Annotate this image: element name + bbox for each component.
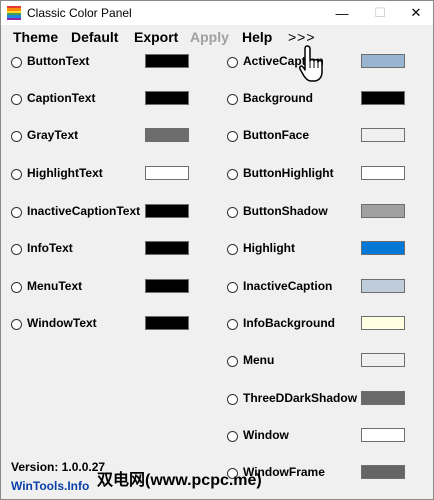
watermark-text: 双电网(www.pcpc.me) [97,472,262,489]
color-radio[interactable] [227,131,238,142]
color-label: Highlight [243,241,295,255]
window-title: Classic Color Panel [27,6,132,20]
color-row-graytext[interactable]: GrayText [11,128,201,148]
color-radio[interactable] [11,131,22,142]
color-swatch[interactable] [145,279,189,293]
color-radio[interactable] [227,356,238,367]
color-label: InactiveCaptionText [27,204,141,218]
menu-more[interactable]: >>> [288,29,316,45]
color-row-inactivecaptiontext[interactable]: InactiveCaptionText [11,204,201,224]
color-swatch[interactable] [361,465,405,479]
color-label: Background [243,91,314,105]
color-row-window[interactable]: Window [227,428,417,448]
color-swatch[interactable] [361,54,405,68]
color-radio[interactable] [11,244,22,255]
menu-default[interactable]: Default [71,29,118,45]
color-radio[interactable] [11,282,22,293]
color-radio[interactable] [11,94,22,105]
color-label: ButtonHighlight [243,166,334,180]
color-radio[interactable] [11,57,22,68]
color-radio[interactable] [227,431,238,442]
color-label: WindowText [27,316,97,330]
color-radio[interactable] [227,244,238,255]
color-row-menutext[interactable]: MenuText [11,279,201,299]
close-button[interactable]: ✕ [397,1,433,25]
color-radio[interactable] [11,207,22,218]
color-swatch[interactable] [145,316,189,330]
color-radio[interactable] [227,94,238,105]
color-label: Menu [243,353,275,367]
maximize-icon: ☐ [374,5,386,20]
color-swatch[interactable] [145,204,189,218]
color-label: CaptionText [27,91,96,105]
color-row-menu[interactable]: Menu [227,353,417,373]
minimize-icon: — [335,5,349,21]
color-label: Window [243,428,289,442]
color-swatch[interactable] [361,166,405,180]
color-swatch[interactable] [361,353,405,367]
color-radio[interactable] [227,282,238,293]
color-row-threeddarkshadow[interactable]: ThreeDDarkShadow [227,391,417,411]
color-row-captiontext[interactable]: CaptionText [11,91,201,111]
minimize-button[interactable]: — [323,1,361,25]
menu-export[interactable]: Export [134,29,178,45]
color-label: ButtonFace [243,128,309,142]
color-swatch[interactable] [361,391,405,405]
color-label: GrayText [27,128,79,142]
website-link[interactable]: WinTools.Info [11,479,89,493]
color-radio[interactable] [227,57,238,68]
color-label: HighlightText [27,166,103,180]
color-swatch[interactable] [361,204,405,218]
color-radio[interactable] [227,207,238,218]
rainbow-palette-icon [7,6,21,20]
color-row-windowtext[interactable]: WindowText [11,316,201,336]
color-swatch[interactable] [145,91,189,105]
color-row-infobackground[interactable]: InfoBackground [227,316,417,336]
color-swatch[interactable] [145,166,189,180]
color-swatch[interactable] [361,428,405,442]
color-row-inactivecaption[interactable]: InactiveCaption [227,279,417,299]
color-swatch[interactable] [361,128,405,142]
color-radio[interactable] [11,319,22,330]
color-row-buttonhighlight[interactable]: ButtonHighlight [227,166,417,186]
color-label: InfoText [27,241,73,255]
maximize-button[interactable]: ☐ [361,1,399,25]
color-swatch[interactable] [145,128,189,142]
color-swatch[interactable] [145,54,189,68]
color-label: ButtonText [27,54,90,68]
color-swatch[interactable] [361,91,405,105]
color-label: MenuText [27,279,83,293]
color-radio[interactable] [11,169,22,180]
version-label: Version: 1.0.0.27 [11,460,106,474]
close-icon: ✕ [410,5,422,20]
color-row-background[interactable]: Background [227,91,417,111]
color-row-buttonface[interactable]: ButtonFace [227,128,417,148]
color-swatch[interactable] [145,241,189,255]
color-row-highlight[interactable]: Highlight [227,241,417,261]
color-row-buttonshadow[interactable]: ButtonShadow [227,204,417,224]
color-label: ButtonShadow [243,204,328,218]
hand-pointer-icon [299,45,323,82]
color-row-buttontext[interactable]: ButtonText [11,54,201,74]
color-radio[interactable] [227,319,238,330]
color-label: InfoBackground [243,316,335,330]
color-swatch[interactable] [361,241,405,255]
title-bar: Classic Color Panel — ☐ ✕ [1,1,433,25]
color-radio[interactable] [227,169,238,180]
color-row-infotext[interactable]: InfoText [11,241,201,261]
menu-apply[interactable]: Apply [190,29,229,45]
menu-theme[interactable]: Theme [13,29,58,45]
menu-bar: Theme Default Export Apply Help >>> [1,25,433,49]
app-window: Classic Color Panel — ☐ ✕ Theme Default … [0,0,434,500]
color-row-highlighttext[interactable]: HighlightText [11,166,201,186]
color-label: ThreeDDarkShadow [243,391,358,405]
menu-help[interactable]: Help [242,29,272,45]
color-label: InactiveCaption [243,279,333,293]
color-swatch[interactable] [361,279,405,293]
color-swatch[interactable] [361,316,405,330]
color-radio[interactable] [227,394,238,405]
